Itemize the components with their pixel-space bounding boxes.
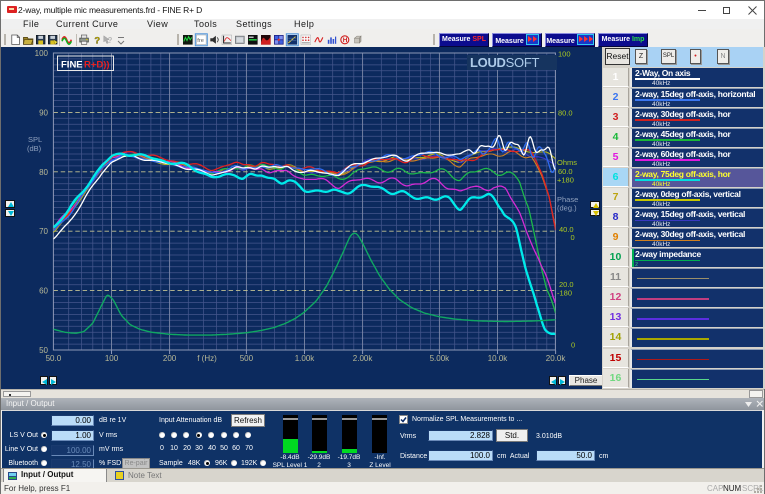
- svg-text:0: 0: [571, 341, 575, 350]
- svg-text:fre: fre: [197, 38, 204, 44]
- svg-text:80.0: 80.0: [558, 109, 573, 118]
- svg-text:1.00k: 1.00k: [295, 354, 316, 363]
- svg-text:FINE: FINE: [61, 60, 83, 71]
- svg-text:5.00k: 5.00k: [430, 354, 451, 363]
- svg-text:500: 500: [240, 354, 254, 363]
- svg-text:LOUDSOFT: LOUDSOFT: [470, 55, 539, 70]
- svg-text:?: ?: [108, 36, 113, 45]
- svg-text:+180: +180: [557, 176, 574, 185]
- svg-text:SPL: SPL: [28, 135, 42, 144]
- svg-text:90: 90: [39, 108, 48, 117]
- svg-text:(dB): (dB): [27, 144, 42, 153]
- svg-text:200: 200: [163, 354, 177, 363]
- svg-text:20.0k: 20.0k: [546, 354, 567, 363]
- svg-text:?: ?: [94, 36, 100, 46]
- svg-text:f (Hz): f (Hz): [197, 354, 217, 363]
- svg-text:(deg.): (deg.): [557, 204, 577, 213]
- svg-text:60: 60: [39, 287, 48, 296]
- svg-text:70: 70: [39, 227, 48, 236]
- svg-text:100: 100: [105, 354, 119, 363]
- svg-text:50.0: 50.0: [46, 354, 62, 363]
- svg-text:H: H: [343, 37, 348, 44]
- svg-text:0: 0: [571, 233, 575, 242]
- svg-text:2.00k: 2.00k: [353, 354, 374, 363]
- svg-text:-180: -180: [557, 289, 572, 298]
- svg-text:10.0k: 10.0k: [488, 354, 509, 363]
- svg-text:100: 100: [558, 50, 571, 59]
- svg-text:80: 80: [39, 168, 48, 177]
- svg-text:Ohms: Ohms: [557, 158, 577, 167]
- svg-text:100: 100: [35, 49, 49, 58]
- svg-text:R+D)): R+D)): [84, 60, 110, 71]
